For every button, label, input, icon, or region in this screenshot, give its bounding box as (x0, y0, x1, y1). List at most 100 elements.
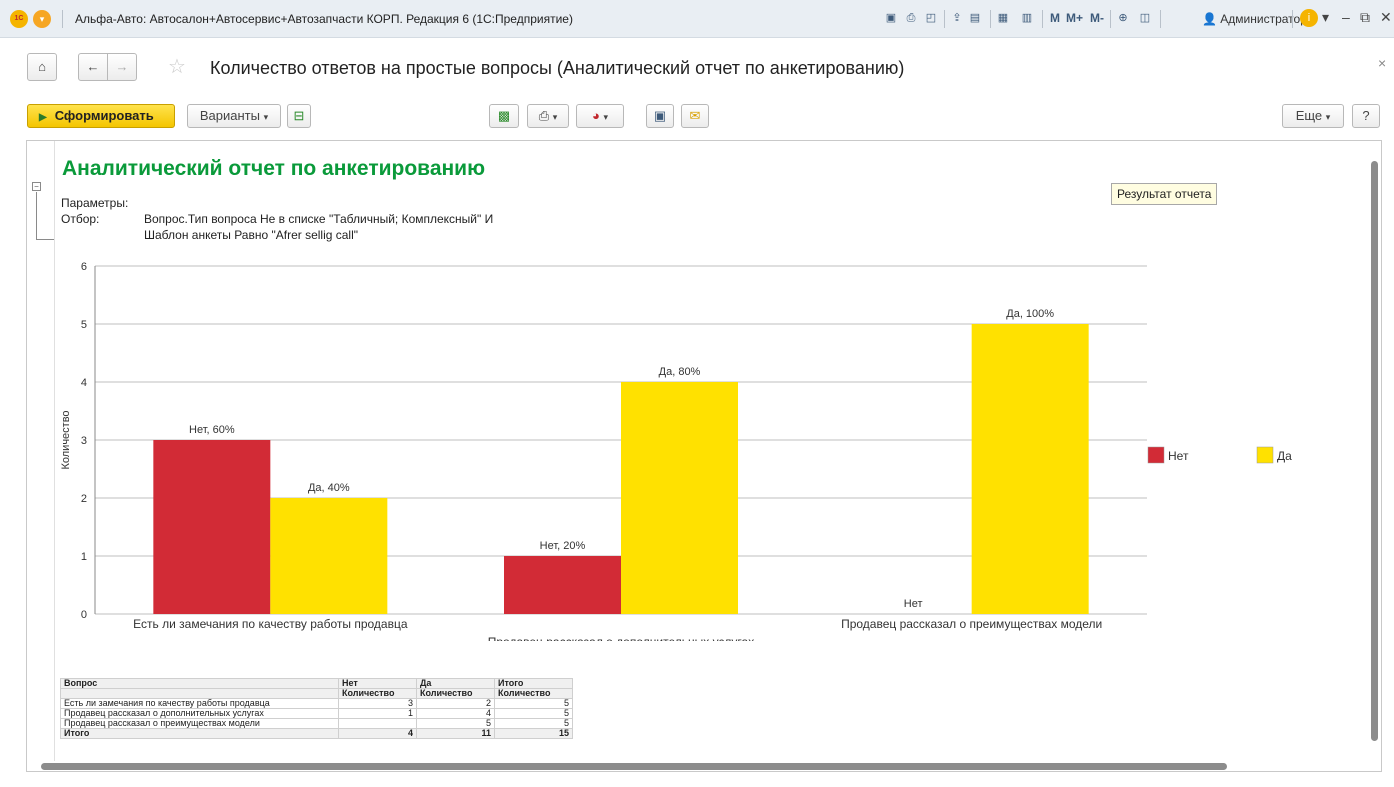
arrow-left-icon: ← (86, 59, 100, 74)
chevron-down-icon: ▾ (1325, 112, 1331, 122)
home-button[interactable]: ⌂ (27, 53, 57, 81)
close-form-icon[interactable]: × (1378, 55, 1386, 71)
table-subheader-row: Количество Количество Количество (60, 688, 573, 699)
parameters-label: Параметры: (61, 196, 129, 210)
forward-button[interactable]: → (107, 53, 137, 81)
restore-icon[interactable]: ⧉ (1360, 9, 1370, 26)
y-tick-label: 6 (81, 261, 87, 273)
vertical-scroll-thumb[interactable] (1371, 161, 1378, 741)
x-category-label: Продавец рассказал о преимуществах модел… (841, 617, 1102, 631)
chart-type-button[interactable]: ◕ ▾ (576, 104, 624, 128)
filter-line: Шаблон анкеты Равно "Afrer sellig call" (144, 228, 359, 242)
vertical-scrollbar[interactable] (1367, 141, 1382, 761)
minimize-icon[interactable]: – (1342, 9, 1350, 25)
y-tick-label: 2 (81, 493, 87, 505)
user-icon: 👤 (1202, 12, 1217, 26)
y-tick-label: 1 (81, 551, 87, 563)
print-button[interactable]: ⎙ ▾ (527, 104, 569, 128)
settings-button[interactable]: ⊟ (287, 104, 311, 128)
x-category-label: Продавец рассказал о дополнительных услу… (488, 635, 754, 641)
collapse-group-icon[interactable]: − (32, 182, 41, 191)
summary-table: Вопрос Нет Да Итого Количество Количеств… (60, 678, 573, 739)
titlebar-divider (1110, 10, 1111, 28)
memory-minus-button[interactable]: M- (1090, 11, 1104, 25)
window-title: Альфа-Авто: Автосалон+Автосервис+Автозап… (75, 12, 573, 26)
report-result-tooltip: Результат отчета (1111, 183, 1218, 205)
app-logo-icon: 1С (10, 10, 28, 28)
upload-icon[interactable]: ⇪ (950, 11, 964, 25)
table-cell: 5 (494, 718, 573, 729)
chart-bar (621, 382, 738, 614)
titlebar-divider (1042, 10, 1043, 28)
table-cell: Есть ли замечания по качеству работы про… (60, 698, 339, 709)
report-area[interactable]: − Аналитический отчет по анкетированию П… (26, 140, 1382, 772)
x-category-label: Есть ли замечания по качеству работы про… (133, 617, 408, 631)
horizontal-scrollbar[interactable] (27, 761, 1367, 772)
close-window-icon[interactable]: ✕ (1380, 9, 1392, 26)
calculator-icon[interactable]: ▦ (996, 11, 1010, 25)
zoom-icon[interactable]: ⊕ (1116, 11, 1130, 25)
legend-swatch (1256, 446, 1274, 464)
data-label: Да, 40% (308, 482, 350, 494)
table-cell: 5 (494, 698, 573, 709)
chart-bar (270, 498, 388, 614)
table-cell: 4 (338, 728, 417, 739)
titlebar-divider (944, 10, 945, 28)
chevron-down-icon: ▾ (552, 112, 558, 122)
help-label: ? (1362, 108, 1370, 123)
generate-button[interactable]: ▶ Сформировать (27, 104, 175, 128)
table-row: Есть ли замечания по качеству работы про… (60, 698, 573, 709)
table-header-cell: Итого (494, 678, 573, 689)
chevron-down-icon[interactable]: ▾ (1322, 9, 1329, 26)
page-title: Количество ответов на простые вопросы (А… (210, 58, 905, 78)
memory-m-button[interactable]: M (1050, 11, 1060, 25)
send-email-button[interactable]: ✉ (681, 104, 709, 128)
main-menu-icon[interactable]: ▾ (33, 10, 51, 28)
window-titlebar: 1С ▾ Альфа-Авто: Автосалон+Автосервис+Ав… (0, 0, 1394, 38)
horizontal-scroll-thumb[interactable] (41, 763, 1227, 770)
panels-icon[interactable]: ◫ (1138, 11, 1152, 25)
legend-swatch (1147, 446, 1165, 464)
data-label: Нет, 60% (189, 424, 235, 436)
print-icon[interactable]: ⎙ (904, 11, 918, 25)
y-tick-label: 3 (81, 435, 87, 447)
group-line (36, 192, 37, 240)
favorite-star-icon[interactable]: ☆ (168, 54, 186, 79)
group-line (36, 239, 54, 240)
legend-label: Да (1277, 449, 1292, 463)
save-icon[interactable]: ▣ (884, 11, 898, 25)
table-header-cell: Количество (416, 688, 495, 699)
table-cell: 11 (416, 728, 495, 739)
preview-icon[interactable]: ◰ (924, 11, 938, 25)
scan-icon[interactable]: ▤ (968, 11, 982, 25)
chevron-down-icon: ▾ (603, 112, 608, 122)
y-tick-label: 0 (81, 609, 87, 621)
chevron-down-icon: ▾ (263, 112, 269, 122)
table-row: Продавец рассказал о дополнительных услу… (60, 708, 573, 719)
calendar-icon[interactable]: ▥ (1020, 11, 1034, 25)
export-button[interactable]: ▩ (489, 104, 519, 128)
table-header-cell: Количество (338, 688, 417, 699)
memory-plus-button[interactable]: M+ (1066, 11, 1083, 25)
titlebar-divider (62, 10, 63, 28)
data-label: Да, 80% (659, 366, 701, 378)
table-cell: 5 (494, 708, 573, 719)
table-cell: 15 (494, 728, 573, 739)
table-cell: 2 (416, 698, 495, 709)
more-button[interactable]: Еще ▾ (1282, 104, 1344, 128)
table-cell (338, 718, 417, 729)
info-icon[interactable]: i (1300, 9, 1318, 27)
data-label: Нет (904, 598, 923, 610)
variants-button[interactable]: Варианты ▾ (187, 104, 281, 128)
settings-panel-icon: ⊟ (293, 108, 305, 123)
titlebar-divider (1292, 10, 1293, 28)
home-icon: ⌂ (38, 59, 46, 74)
help-button[interactable]: ? (1352, 104, 1380, 128)
table-cell: 5 (416, 718, 495, 729)
variants-label: Варианты (199, 108, 260, 123)
data-label: Нет, 20% (540, 540, 586, 552)
back-button[interactable]: ← (78, 53, 108, 81)
grouping-gutter: − (27, 141, 55, 761)
save-report-button[interactable]: ▣ (646, 104, 674, 128)
report-title: Аналитический отчет по анкетированию (62, 157, 486, 180)
